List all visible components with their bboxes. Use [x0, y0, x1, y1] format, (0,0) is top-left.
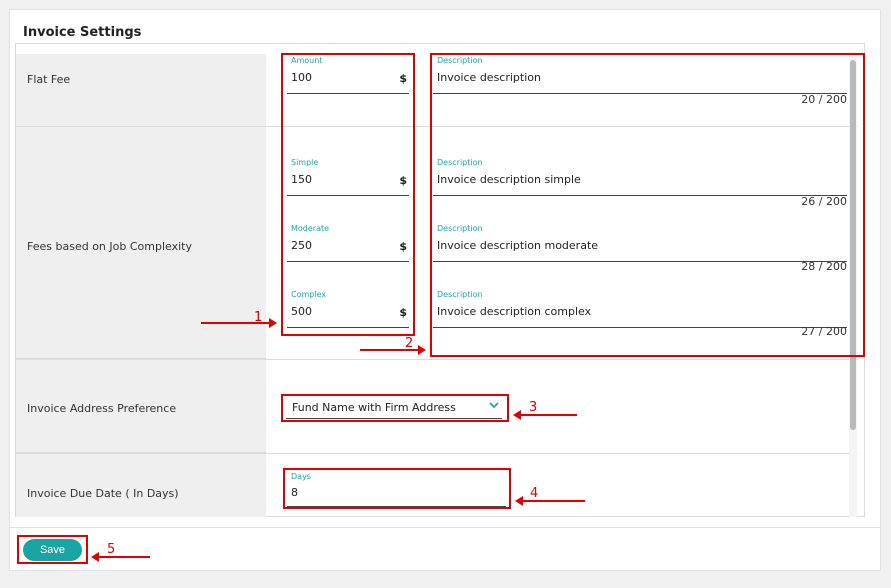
complexity-label: Fees based on Job Complexity — [27, 240, 192, 253]
address-preference-label: Invoice Address Preference — [27, 402, 177, 415]
row-label-due-date: Invoice Due Date ( In Days) — [16, 453, 266, 517]
row-label-address: Invoice Address Preference — [16, 359, 266, 453]
annotation-number-1: 1 — [254, 310, 263, 325]
flat-fee-label: Flat Fee — [27, 73, 71, 86]
annotation-box-2 — [430, 53, 865, 357]
annotation-arrow-4 — [515, 496, 585, 506]
annotation-arrow-3 — [513, 410, 577, 420]
annotation-number-2: 2 — [405, 336, 414, 351]
annotation-number-4: 4 — [530, 486, 539, 501]
annotation-arrow-2 — [360, 345, 426, 355]
annotation-box-1 — [281, 53, 415, 336]
annotation-arrow-5 — [91, 552, 150, 562]
annotation-box-3 — [281, 394, 509, 422]
annotation-number-5: 5 — [107, 542, 116, 557]
footer-divider — [9, 527, 881, 528]
annotation-arrow-1 — [201, 318, 277, 328]
row-label-flat-fee: Flat Fee — [16, 54, 266, 127]
annotation-box-5 — [17, 535, 88, 564]
annotation-box-4 — [283, 468, 511, 509]
due-date-label: Invoice Due Date ( In Days) — [27, 487, 179, 500]
row-divider — [16, 359, 858, 360]
row-label-complexity: Fees based on Job Complexity — [16, 127, 266, 359]
page-title: Invoice Settings — [23, 25, 142, 40]
annotation-number-3: 3 — [529, 400, 538, 415]
row-divider — [16, 453, 858, 454]
